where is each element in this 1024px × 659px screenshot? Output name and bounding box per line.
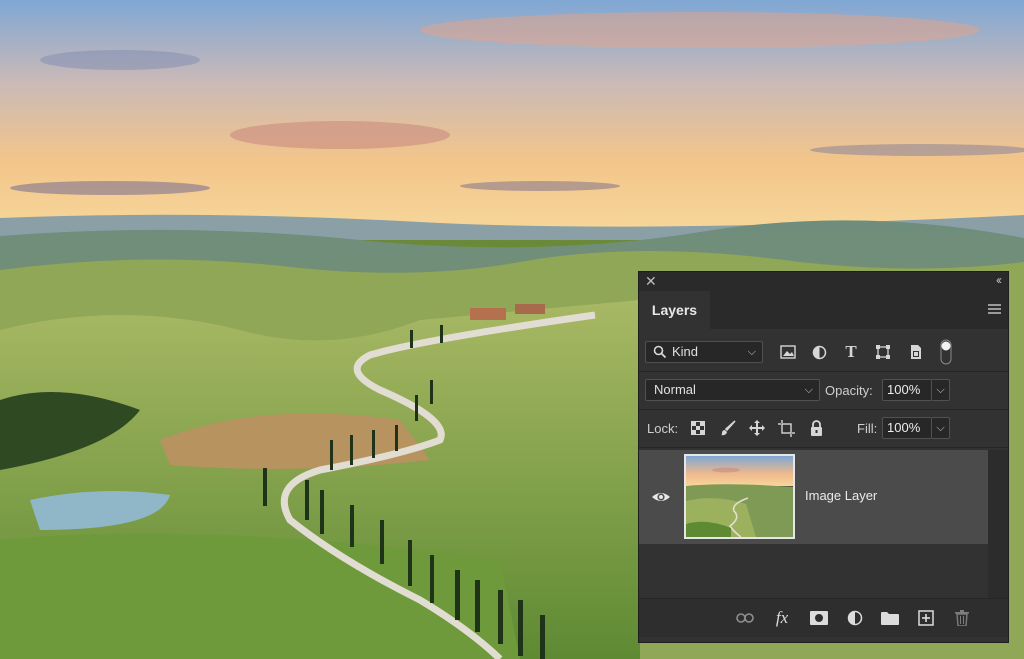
lock-all-padlock-icon[interactable] xyxy=(806,418,826,438)
lock-artboard-icon[interactable] xyxy=(776,418,796,438)
fill-label: Fill: xyxy=(857,421,878,436)
panel-tab-row: Layers xyxy=(639,291,1008,329)
lock-transparent-pixels-icon[interactable] xyxy=(688,418,708,438)
eye-visibility-icon[interactable] xyxy=(651,487,671,507)
collapse-panel-icon[interactable]: ‹‹ xyxy=(996,273,1002,287)
filter-toggle-icon[interactable] xyxy=(936,338,956,366)
chevron-down-icon: ⌵ xyxy=(747,346,756,358)
divider xyxy=(639,447,1008,448)
delete-trash-icon[interactable] xyxy=(952,608,972,628)
link-layers-icon[interactable] xyxy=(735,608,755,628)
filter-kind-label: Kind xyxy=(672,344,699,359)
search-icon xyxy=(653,345,667,359)
shape-layer-filter-icon[interactable] xyxy=(873,342,893,362)
blend-mode-dropdown[interactable]: Normal ⌵ xyxy=(645,379,820,401)
chevron-down-icon: ⌵ xyxy=(804,384,813,396)
fill-input[interactable]: 100% xyxy=(882,417,932,439)
opacity-label: Opacity: xyxy=(825,383,873,398)
opacity-input[interactable]: 100% xyxy=(882,379,932,401)
blend-mode-value: Normal xyxy=(654,382,696,397)
fill-chevron-down-icon[interactable]: ⌵ xyxy=(932,417,950,439)
smart-object-filter-icon[interactable] xyxy=(906,342,926,362)
lock-image-pixels-brush-icon[interactable] xyxy=(718,418,738,438)
lock-position-move-icon[interactable] xyxy=(747,418,767,438)
layers-bottom-toolbar: fx xyxy=(639,598,1008,637)
layer-style-fx-icon[interactable]: fx xyxy=(772,608,792,628)
layers-scrollbar[interactable] xyxy=(988,450,1008,598)
layer-row[interactable]: Image Layer xyxy=(639,450,988,544)
divider xyxy=(639,409,1008,410)
panel-titlebar: ✕ ‹‹ xyxy=(639,272,1008,291)
pixel-layer-filter-icon[interactable] xyxy=(778,342,798,362)
tab-layers[interactable]: Layers xyxy=(639,291,710,329)
panel-menu-icon[interactable] xyxy=(988,304,1001,316)
layer-mask-icon[interactable] xyxy=(809,608,829,628)
divider xyxy=(639,371,1008,372)
new-layer-icon[interactable] xyxy=(916,608,936,628)
filter-kind-dropdown[interactable]: Kind ⌵ xyxy=(645,341,763,363)
opacity-chevron-down-icon[interactable]: ⌵ xyxy=(932,379,950,401)
layer-thumbnail xyxy=(684,454,795,539)
layer-name[interactable]: Image Layer xyxy=(805,488,877,503)
adjustment-layer-filter-icon[interactable] xyxy=(809,342,829,362)
lock-label: Lock: xyxy=(647,421,679,436)
adjustment-layer-icon[interactable] xyxy=(845,608,865,628)
type-layer-filter-icon[interactable]: T xyxy=(841,342,861,362)
group-folder-icon[interactable] xyxy=(880,608,900,628)
layers-panel: ✕ ‹‹ Layers Kind ⌵ T Normal ⌵ Opacity: 1… xyxy=(638,271,1009,643)
close-icon[interactable]: ✕ xyxy=(645,273,657,290)
